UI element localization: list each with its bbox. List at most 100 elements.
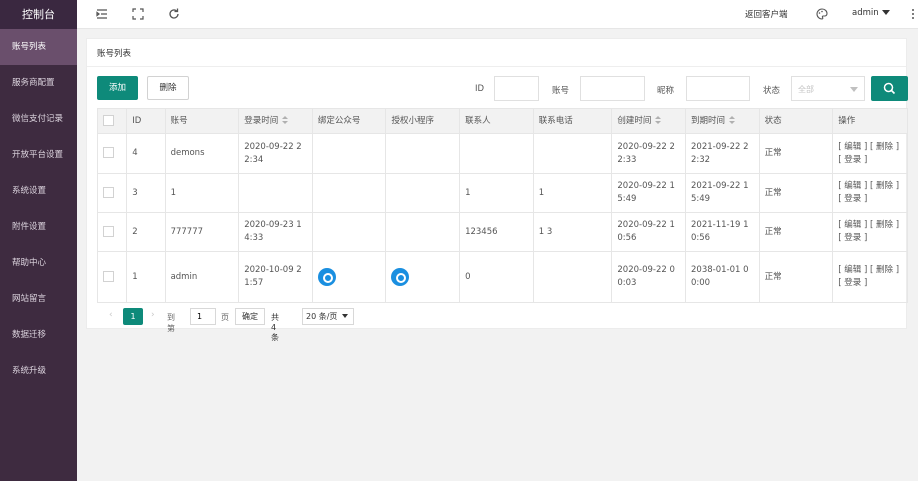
- cell-expire: 2038-01-01 00:00: [685, 251, 760, 303]
- table-row: 3 1 1 1 2020-09-22 15:49 2021-09-22 15:4…: [96, 173, 908, 213]
- header-select-all[interactable]: [96, 108, 128, 134]
- filter-nickname-input[interactable]: [686, 76, 750, 101]
- chevron-down-icon: [850, 87, 858, 92]
- header-phone: 联系电话: [532, 108, 613, 134]
- header-status: 状态: [758, 108, 834, 134]
- status-badge: 正常: [758, 212, 834, 252]
- sidebar-item-account-list[interactable]: 账号列表: [0, 29, 77, 65]
- search-icon: [883, 82, 896, 95]
- theme-icon[interactable]: [815, 7, 829, 21]
- return-client-link[interactable]: 返回客户端: [745, 8, 788, 20]
- table-row: 4 demons 2020-09-22 22:34 2020-09-22 22:…: [96, 133, 908, 174]
- pagination-prev-icon[interactable]: ‹: [109, 310, 113, 320]
- user-name: admin: [852, 8, 879, 18]
- sort-icon[interactable]: [729, 115, 736, 125]
- cell-mini: [385, 251, 461, 303]
- filter-nickname-label: 昵称: [657, 86, 675, 96]
- add-button[interactable]: 添加: [97, 76, 138, 100]
- cell-phone: 1: [532, 173, 613, 213]
- pagination-total: 共 4 条: [271, 313, 279, 342]
- status-badge: 正常: [758, 173, 834, 213]
- header-created[interactable]: 创建时间: [611, 108, 686, 134]
- mp-avatar-icon: [317, 268, 336, 286]
- sidebar-item-provider-config[interactable]: 服务商配置: [0, 65, 77, 101]
- header-account: 账号: [164, 108, 240, 134]
- row-select[interactable]: [96, 133, 128, 174]
- cell-id: 4: [126, 133, 166, 174]
- cell-expire: 2021-09-22 15:49: [685, 173, 760, 213]
- pagination-goto-input[interactable]: [190, 308, 216, 325]
- sidebar-item-wechat-pay-records[interactable]: 微信支付记录: [0, 101, 77, 137]
- sidebar-item-help-center[interactable]: 帮助中心: [0, 245, 77, 281]
- sidebar-item-site-messages[interactable]: 网站留言: [0, 281, 77, 317]
- card-divider: [87, 66, 906, 67]
- row-select[interactable]: [96, 173, 128, 213]
- cell-mp: [311, 251, 387, 303]
- search-button[interactable]: [871, 76, 908, 101]
- row-checkbox[interactable]: [103, 225, 114, 237]
- sidebar-item-attachment-settings[interactable]: 附件设置: [0, 209, 77, 245]
- header-mp: 绑定公众号: [311, 108, 387, 134]
- sidebar: 控制台 账号列表 服务商配置 微信支付记录 开放平台设置 系统设置 附件设置 帮…: [0, 0, 77, 481]
- menu-collapse-icon[interactable]: [95, 7, 109, 21]
- row-actions[interactable]: [ 编辑 ] [ 删除 ] [ 登录 ]: [832, 251, 908, 303]
- row-actions[interactable]: [ 编辑 ] [ 删除 ] [ 登录 ]: [832, 173, 908, 213]
- row-select[interactable]: [96, 212, 128, 252]
- row-checkbox[interactable]: [103, 270, 114, 282]
- cell-mp: [311, 173, 387, 213]
- header-login-time[interactable]: 登录时间: [238, 108, 313, 134]
- cell-id: 1: [126, 251, 166, 303]
- cell-id: 3: [126, 173, 166, 213]
- pagination-current-page[interactable]: 1: [123, 308, 143, 325]
- sidebar-item-system-settings[interactable]: 系统设置: [0, 173, 77, 209]
- delete-button[interactable]: 删除: [147, 76, 189, 100]
- row-actions[interactable]: [ 编辑 ] [ 删除 ] [ 登录 ]: [832, 133, 908, 174]
- filter-status-label: 状态: [763, 86, 781, 96]
- cell-contact: 0: [459, 251, 534, 303]
- sort-icon[interactable]: [282, 115, 289, 125]
- row-actions[interactable]: [ 编辑 ] [ 删除 ] [ 登录 ]: [832, 212, 908, 252]
- account-table: ID 账号 登录时间 绑定公众号 授权小程序 联系人 联系电话 创建时间 到期时…: [96, 108, 908, 303]
- more-vertical-icon[interactable]: [909, 7, 917, 21]
- row-checkbox[interactable]: [103, 147, 114, 158]
- fullscreen-icon[interactable]: [131, 7, 145, 21]
- filter-account-input[interactable]: [580, 76, 645, 101]
- pagination-next-icon[interactable]: ›: [151, 310, 155, 320]
- card-title: 账号列表: [97, 49, 132, 59]
- header-expire[interactable]: 到期时间: [685, 108, 760, 134]
- row-select[interactable]: [96, 251, 128, 303]
- cell-mini: [385, 212, 461, 252]
- pagination-confirm-button[interactable]: 确定: [235, 308, 265, 325]
- cell-created: 2020-09-22 10:56: [611, 212, 686, 252]
- header-expire-label: 到期时间: [691, 115, 726, 126]
- table-row: 1 admin 2020-10-09 21:57 0 2020-09-22 00…: [96, 251, 908, 303]
- table-row: 2 777777 2020-09-23 14:33 123456 1 3 202…: [96, 212, 908, 252]
- filter-status-select[interactable]: 全部: [791, 76, 865, 101]
- sidebar-item-data-migration[interactable]: 数据迁移: [0, 317, 77, 353]
- cell-mini: [385, 173, 461, 213]
- cell-contact: [459, 133, 534, 174]
- sidebar-item-system-upgrade[interactable]: 系统升级: [0, 353, 77, 389]
- sidebar-item-open-platform[interactable]: 开放平台设置: [0, 137, 77, 173]
- pagination-page-size-select[interactable]: 20 条/页: [302, 308, 354, 325]
- header-mini: 授权小程序: [385, 108, 461, 134]
- filter-id-input[interactable]: [494, 76, 539, 101]
- account-list-card: 账号列表 添加 删除 ID 账号 昵称 状态 全部 ID 账号 登录时间 绑定公…: [86, 38, 908, 342]
- refresh-icon[interactable]: [167, 7, 181, 21]
- cell-id: 2: [126, 212, 166, 252]
- cell-expire: 2021-11-19 10:56: [685, 212, 760, 252]
- status-badge: 正常: [758, 133, 834, 174]
- header-created-label: 创建时间: [617, 115, 652, 126]
- cell-login-time: 2020-10-09 21:57: [238, 251, 313, 303]
- sidebar-logo[interactable]: 控制台: [0, 0, 77, 29]
- select-all-checkbox[interactable]: [103, 114, 114, 126]
- cell-account: 777777: [164, 212, 240, 252]
- user-menu[interactable]: admin: [852, 8, 890, 18]
- page-size-value: 20 条/页: [306, 312, 338, 321]
- row-checkbox[interactable]: [103, 186, 114, 198]
- cell-mini: [385, 133, 461, 174]
- header-login-time-label: 登录时间: [244, 115, 279, 126]
- mini-avatar-icon: [391, 268, 410, 286]
- cell-contact: 123456: [459, 212, 534, 252]
- sort-icon[interactable]: [655, 115, 662, 125]
